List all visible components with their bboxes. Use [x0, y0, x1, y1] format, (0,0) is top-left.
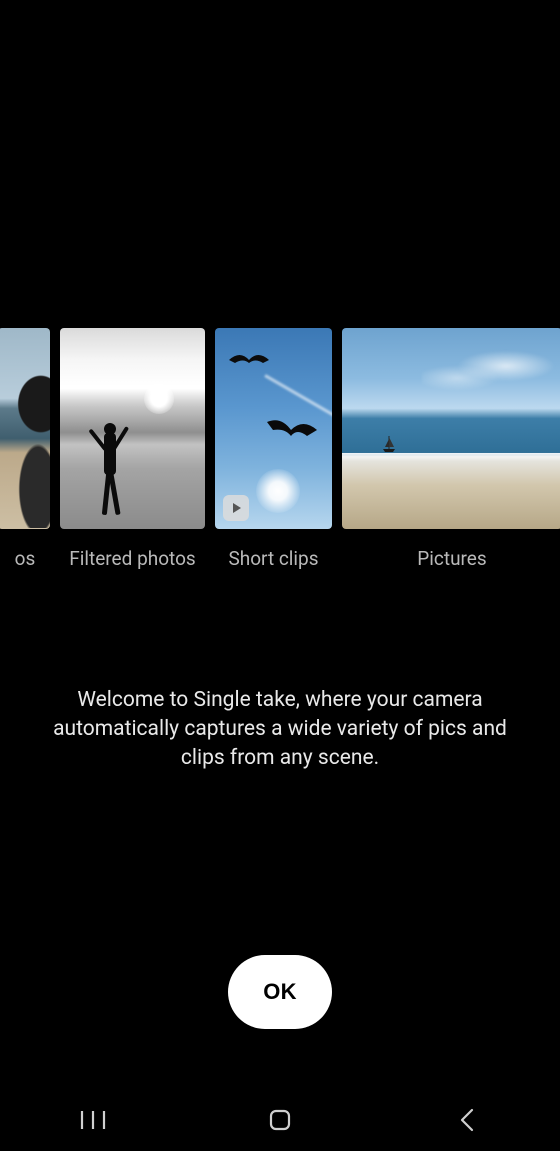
carousel-label: os [15, 547, 36, 570]
thumbnail-filtered-photo[interactable] [60, 328, 205, 529]
nav-recents-button[interactable] [33, 1096, 153, 1144]
carousel-label: Pictures [417, 547, 486, 570]
sky-birds-scene-icon [215, 328, 332, 529]
bw-beach-scene-icon [60, 328, 205, 529]
screen: os Filtered photos [0, 0, 560, 1151]
ok-button[interactable]: OK [228, 955, 332, 1029]
carousel-item-short-clips[interactable]: Short clips [215, 328, 332, 573]
welcome-text: Welcome to Single take, where your camer… [40, 686, 520, 773]
thumbnail-picture[interactable] [342, 328, 560, 529]
feature-carousel[interactable]: os Filtered photos [0, 328, 560, 573]
nav-home-button[interactable] [220, 1096, 340, 1144]
carousel-label: Short clips [228, 547, 318, 570]
carousel-label: Filtered photos [69, 547, 195, 570]
thumbnail-photo[interactable] [0, 328, 50, 529]
home-icon [266, 1106, 294, 1134]
carousel-item-pictures[interactable]: Pictures [342, 328, 560, 573]
back-icon [457, 1107, 477, 1133]
nav-back-button[interactable] [407, 1096, 527, 1144]
carousel-item-partial[interactable]: os [0, 328, 50, 573]
play-icon [223, 495, 249, 521]
carousel-item-filtered-photos[interactable]: Filtered photos [60, 328, 205, 573]
recents-icon [79, 1108, 107, 1132]
system-nav-bar [0, 1089, 560, 1151]
thumbnail-video[interactable] [215, 328, 332, 529]
beach-scene-icon [0, 328, 50, 529]
beach-sailboat-scene-icon [342, 328, 560, 529]
